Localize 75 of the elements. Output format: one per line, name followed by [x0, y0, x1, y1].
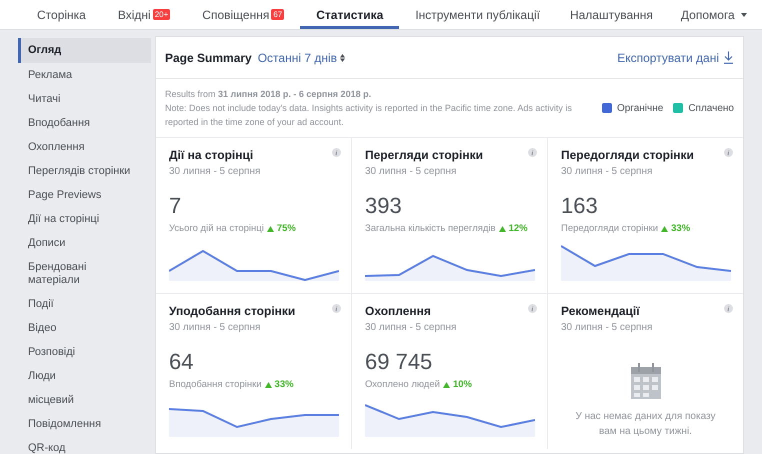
date-range: 30 липня - 5 серпня — [169, 165, 262, 179]
metric-value: 7 — [169, 193, 182, 219]
sidebar-item[interactable]: Page Previews — [18, 183, 151, 207]
note-text: Note: Does not include today's data. Insights activity is reported in the Pacific time zone. Ads activity is reported in the time zone of your ad account. — [165, 102, 573, 129]
up-arrow-icon — [264, 382, 272, 388]
date-range: 30 липня - 5 серпня — [169, 321, 262, 335]
metric-caption: Усього дій на сторінці — [169, 222, 264, 236]
change-percent: 75% — [276, 222, 296, 236]
export-link[interactable]: Експортувати дані — [617, 48, 734, 66]
change-percent: 10% — [452, 378, 472, 392]
sidebar-item[interactable]: Дописи — [18, 231, 151, 255]
nav-tab[interactable]: Сповіщення 67 — [186, 0, 300, 29]
sidebar-item[interactable]: Розповіді — [18, 340, 151, 364]
sidebar-item[interactable]: Люди — [18, 364, 151, 388]
info-icon[interactable] — [528, 148, 537, 157]
change-percent: 12% — [508, 222, 528, 236]
sidebar-item[interactable]: Події — [18, 292, 151, 316]
sidebar-item[interactable]: Читачі — [18, 87, 151, 111]
metric-value: 163 — [561, 193, 599, 219]
metric-caption: Охоплено людей — [365, 378, 440, 392]
info-icon[interactable] — [332, 148, 341, 157]
metric-caption: Передогляди сторінки — [561, 222, 658, 236]
sidebar-item[interactable]: місцевий — [18, 388, 151, 412]
period-dropdown[interactable]: Останні 7 днів — [258, 48, 346, 66]
metric-value: 64 — [169, 349, 194, 375]
metric-value: 393 — [365, 193, 403, 219]
legend-label: Сплачено — [688, 102, 734, 116]
sidebar-item[interactable]: Переглядів сторінки — [18, 159, 151, 183]
date-range: 30 липня - 5 серпня — [561, 165, 654, 179]
sidebar-item[interactable]: Брендовані матеріали — [18, 255, 151, 292]
results-range: Results from 31 липня 2018 р. - 6 серпня 2018 р. — [165, 88, 372, 101]
up-arrow-icon — [442, 382, 450, 388]
nav-tab[interactable]: Статистика — [300, 0, 400, 29]
sidebar-item[interactable]: Вподобання — [18, 111, 151, 135]
card-title: Перегляди сторінки — [365, 148, 483, 162]
metric-value: 69 745 — [365, 349, 434, 375]
card-title: Уподобання сторінки — [169, 304, 296, 318]
nav-link[interactable]: Налаштування — [556, 0, 667, 29]
count-badge: 67 — [271, 9, 284, 20]
up-arrow-icon — [661, 226, 668, 232]
sidebar-item[interactable]: Охоплення — [18, 135, 151, 159]
nav-tab[interactable]: Сторінка — [22, 0, 102, 29]
date-range: 30 липня - 5 серпня — [365, 321, 458, 335]
up-arrow-icon — [266, 226, 274, 232]
download-icon — [723, 51, 734, 64]
calendar-icon — [630, 363, 660, 399]
sidebar-item[interactable]: Відео — [18, 316, 151, 340]
sidebar-item[interactable]: Реклама — [18, 63, 151, 87]
sidebar-item[interactable]: Дії на сторінці — [18, 207, 151, 231]
nav-tab[interactable]: Вхідні 20+ — [102, 0, 186, 29]
metric-caption: Загальна кількість переглядів — [365, 222, 496, 236]
empty-message: У нас немає даних для показу вам на цьому тижні. — [574, 410, 717, 439]
card-title: Рекомендації — [561, 304, 640, 318]
card-title: Передогляди сторінки — [561, 148, 694, 162]
legend-label: Органічне — [616, 102, 664, 116]
date-range: 30 липня - 5 серпня — [365, 165, 458, 179]
sidebar-item[interactable]: Повідомлення — [18, 412, 151, 436]
count-badge: 20+ — [152, 9, 170, 20]
change-percent: 33% — [671, 222, 690, 236]
card-title: Дії на сторінці — [169, 148, 254, 162]
card-title: Охоплення — [365, 304, 431, 318]
nav-tab[interactable]: Інструменти публікації — [399, 0, 556, 29]
info-icon[interactable] — [332, 304, 341, 313]
sidebar-item[interactable]: QR-код — [18, 436, 151, 454]
change-percent: 33% — [274, 378, 294, 392]
info-icon[interactable] — [528, 304, 537, 313]
up-arrow-icon — [498, 226, 506, 232]
panel-title: Page Summary — [165, 50, 252, 66]
info-icon[interactable] — [724, 304, 733, 313]
sort-icon — [340, 54, 346, 62]
date-range: 30 липня - 5 серпня — [561, 321, 654, 335]
info-icon[interactable] — [724, 148, 733, 157]
sidebar-item[interactable]: Огляд — [18, 38, 151, 63]
nav-link[interactable]: Допомога — [666, 0, 761, 29]
metric-caption: Вподобання сторінки — [169, 378, 262, 392]
